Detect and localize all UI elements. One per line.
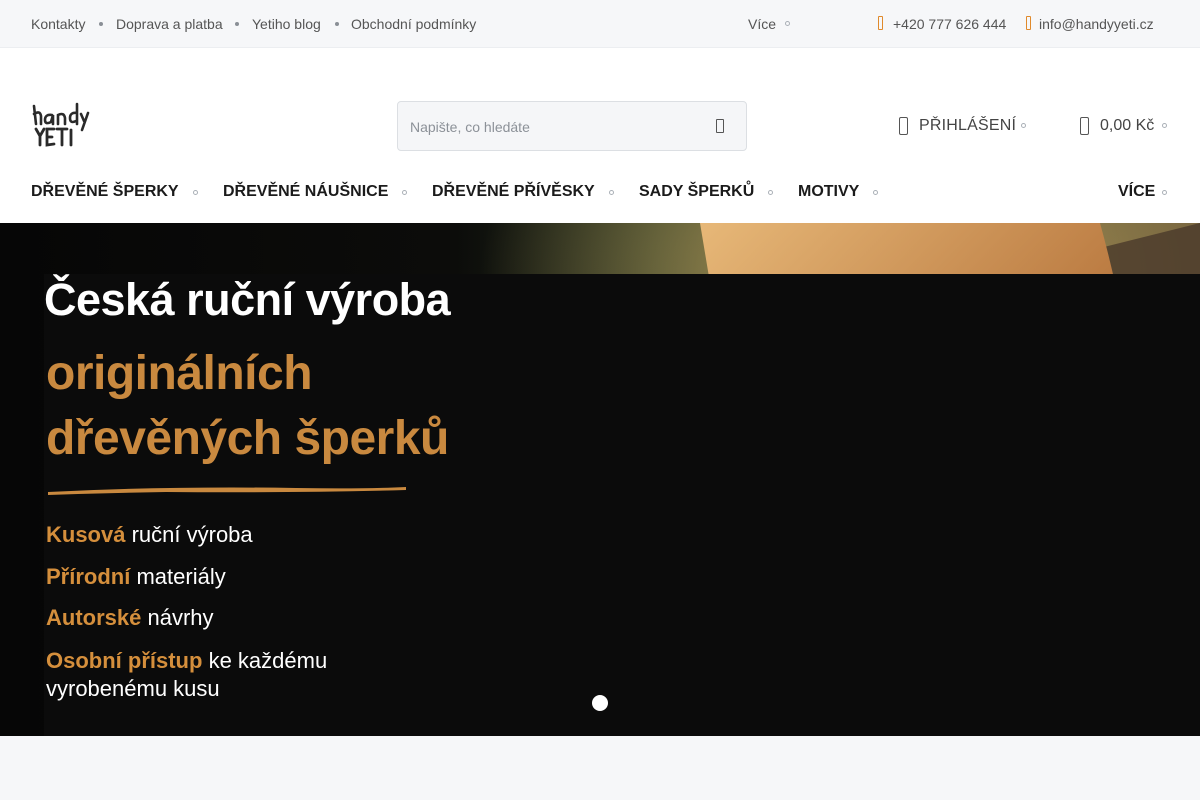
search-input[interactable] [410, 116, 690, 138]
login-label: PŘIHLÁŠENÍ [919, 117, 1017, 134]
nav-item-sady-sperku[interactable]: SADY ŠPERKŮ [639, 183, 754, 201]
logo[interactable] [31, 100, 91, 148]
topbar-phone[interactable]: +420 777 626 444 [893, 16, 1006, 32]
hero-feature-rest: materiály [130, 564, 226, 589]
hero-feature-bold: Autorské [46, 605, 142, 630]
hero-feature: Autorské návrhy [46, 605, 214, 631]
hero-feature: Osobní přístup ke každému [46, 648, 327, 674]
separator-dot [99, 22, 103, 26]
cart-button[interactable]: 0,00 Kč [1100, 117, 1154, 135]
nav-item-motivy[interactable]: MOTIVY [798, 183, 859, 201]
search-icon[interactable] [716, 119, 724, 133]
user-icon[interactable] [899, 117, 908, 135]
benefits-strip [0, 736, 1200, 800]
chevron-down-icon [768, 190, 773, 195]
hero-feature-bold: Kusová [46, 522, 126, 547]
login-button[interactable]: PŘIHLÁŠENÍ [919, 117, 1016, 135]
nav-item-drevene-privesky[interactable]: DŘEVĚNÉ PŘÍVĚSKY [432, 183, 595, 201]
hero-feature-bold: Osobní přístup [46, 648, 203, 673]
separator-dot [335, 22, 339, 26]
chevron-down-icon [609, 190, 614, 195]
hero-subline-2: dřevěných šperků [46, 412, 449, 465]
topbar-link-blog[interactable]: Yetiho blog [252, 16, 321, 32]
hero-feature-bold: Přírodní [46, 564, 131, 589]
hero-subline-1: originálních [46, 347, 313, 400]
chevron-down-icon [1021, 123, 1026, 128]
chevron-down-icon [873, 190, 878, 195]
chevron-down-icon [193, 190, 198, 195]
chevron-down-icon [1162, 123, 1167, 128]
phone-icon [878, 16, 883, 30]
hero-feature: Přírodní materiály [46, 564, 226, 590]
nav-item-drevene-nausnice[interactable]: DŘEVĚNÉ NÁUŠNICE [223, 183, 388, 201]
cart-icon[interactable] [1080, 117, 1089, 135]
nav-item-drevene-sperky[interactable]: DŘEVĚNÉ ŠPERKY [31, 183, 179, 201]
nav-more-button[interactable]: VÍCE [1118, 183, 1155, 201]
topbar-more-button[interactable]: Více [748, 16, 776, 32]
topbar-email[interactable]: info@handyyeti.cz [1039, 16, 1154, 32]
topbar-more-label: Více [748, 16, 777, 32]
chevron-down-icon [402, 190, 407, 195]
email-icon [1026, 16, 1031, 30]
chevron-down-icon [1162, 190, 1167, 195]
topbar-link-kontakty[interactable]: Kontakty [31, 16, 85, 32]
slider-dot-active[interactable] [592, 695, 608, 711]
brush-stroke-divider [48, 487, 406, 495]
top-bar: Kontakty Doprava a platba Yetiho blog Ob… [0, 0, 1200, 48]
chevron-down-icon [785, 21, 790, 26]
hero-feature: Kusová ruční výroba [46, 522, 253, 548]
search-box [397, 101, 747, 151]
hero-feature-rest: ke každému [202, 648, 328, 673]
hero-feature-continuation: vyrobenému kusu [46, 676, 220, 701]
topbar-link-doprava[interactable]: Doprava a platba [116, 16, 223, 32]
separator-dot [235, 22, 239, 26]
hero-feature-rest: návrhy [141, 605, 214, 630]
handy-yeti-logo-mark [32, 102, 90, 147]
hero-feature-rest: ruční výroba [125, 522, 253, 547]
topbar-link-podminky[interactable]: Obchodní podmínky [351, 16, 476, 32]
cart-total: 0,00 Kč [1100, 117, 1155, 134]
